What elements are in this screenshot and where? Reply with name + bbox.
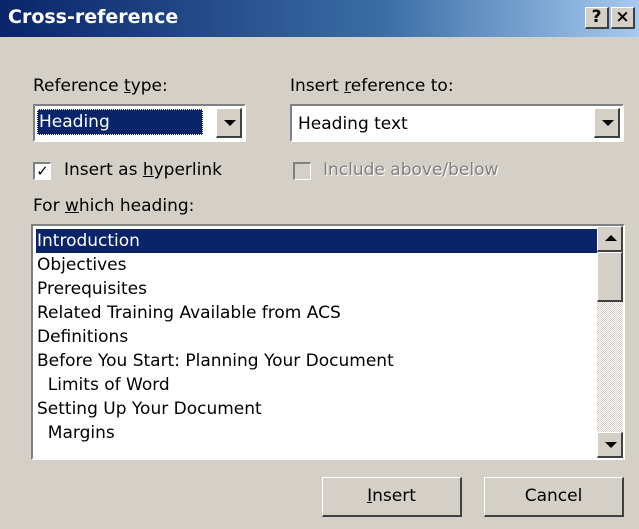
cross-reference-dialog: Cross-reference ? × Reference type: Head… (0, 0, 639, 529)
help-button[interactable]: ? (585, 7, 609, 29)
for-which-heading-label: For which heading: (33, 196, 195, 216)
reference-type-label: Reference type: (33, 76, 168, 96)
list-item[interactable]: Setting Up Your Document (36, 397, 597, 421)
list-item[interactable]: Before You Start: Planning Your Document (36, 349, 597, 373)
list-item[interactable]: Limits of Word (36, 373, 597, 397)
reference-type-dropdown[interactable]: Heading (33, 104, 246, 142)
scroll-thumb[interactable] (597, 252, 623, 302)
help-icon: ? (591, 7, 602, 27)
insert-reference-to-dropdown[interactable]: Heading text (290, 104, 624, 142)
scroll-down-button[interactable] (597, 432, 623, 458)
chevron-down-icon (605, 442, 617, 448)
insert-button[interactable]: Insert (322, 477, 462, 517)
list-item[interactable]: Introduction (36, 229, 597, 253)
reference-type-arrow-button[interactable] (216, 108, 242, 138)
list-item[interactable]: Definitions (36, 325, 597, 349)
vertical-scrollbar[interactable] (597, 226, 623, 458)
insert-reference-to-label: Insert reference to: (290, 76, 454, 96)
chevron-up-icon (605, 235, 617, 241)
window-title: Cross-reference (8, 6, 179, 28)
insert-as-hyperlink-label: Insert as hyperlink (64, 160, 222, 180)
cancel-button[interactable]: Cancel (484, 477, 624, 517)
chevron-down-icon (224, 120, 236, 126)
list-item[interactable]: Objectives (36, 253, 597, 277)
title-bar[interactable]: Cross-reference ? × (0, 0, 639, 37)
include-above-below-checkbox (293, 162, 311, 180)
list-item[interactable]: Prerequisites (36, 277, 597, 301)
insert-reference-to-arrow-button[interactable] (594, 108, 620, 138)
heading-list[interactable]: Introduction Objectives Prerequisites Re… (31, 224, 625, 460)
close-icon: × (615, 7, 630, 27)
insert-reference-to-value: Heading text (298, 114, 408, 134)
list-item[interactable]: Related Training Available from ACS (36, 301, 597, 325)
chevron-down-icon (602, 120, 614, 126)
insert-as-hyperlink-checkbox[interactable]: ✓ (33, 162, 51, 180)
list-item[interactable]: Margins (36, 421, 597, 445)
reference-type-value: Heading (37, 109, 203, 135)
include-above-below-label: Include above/below (323, 160, 499, 180)
close-button[interactable]: × (611, 7, 635, 29)
scroll-up-button[interactable] (597, 226, 623, 252)
